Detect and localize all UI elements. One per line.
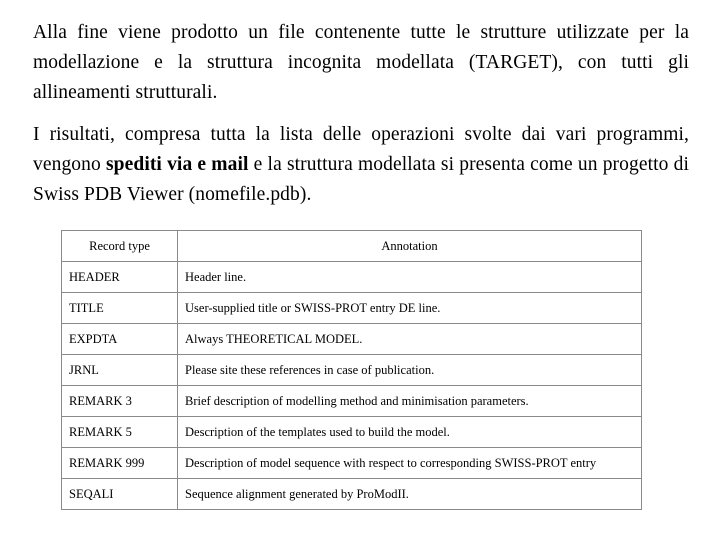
cell-record-type: HEADER [61, 261, 178, 293]
emphasized-text-run: spediti via e mail [105, 154, 249, 175]
table-row: HEADER Header line. [61, 261, 642, 293]
cell-annotation: Header line. [177, 261, 642, 293]
cell-record-type: JRNL [61, 354, 178, 386]
cell-annotation: Always THEORETICAL MODEL. [177, 323, 642, 355]
cell-annotation: Sequence alignment generated by ProModII… [177, 478, 642, 510]
cell-annotation: Brief description of modelling method an… [177, 385, 642, 417]
text-run: Alla fine viene prodotto un file contene… [33, 22, 689, 103]
cell-annotation: User-supplied title or SWISS-PROT entry … [177, 292, 642, 324]
paragraph-block-1: Alla fine viene prodotto un file contene… [33, 18, 689, 108]
table-row: EXPDTA Always THEORETICAL MODEL. [61, 323, 642, 355]
cell-record-type: REMARK 3 [61, 385, 178, 417]
cell-annotation: Description of the templates used to bui… [177, 416, 642, 448]
table-header: Record type Annotation [61, 230, 642, 262]
table-row: JRNL Please site these references in case… [61, 354, 642, 386]
record-table-container: Record type Annotation HEADER Header line… [61, 230, 642, 510]
cell-record-type: EXPDTA [61, 323, 178, 355]
table-row: REMARK 5 Description of the templates use… [61, 416, 642, 448]
pdb-record-table: Record type Annotation HEADER Header line… [61, 230, 642, 510]
cell-annotation: Description of model sequence with respe… [177, 447, 642, 479]
paragraph-text-1: Alla fine viene prodotto un file contene… [33, 18, 689, 108]
table-row: REMARK 999 Description of model sequence … [61, 447, 642, 479]
column-header-annotation: Annotation [177, 230, 642, 262]
cell-record-type: SEQALI [61, 478, 178, 510]
table-row: SEQALI Sequence alignment generated by Pr… [61, 478, 642, 510]
slide-canvas: Alla fine viene prodotto un file contene… [0, 0, 720, 540]
paragraph-text-2: I risultati, compresa tutta la lista del… [33, 120, 689, 210]
cell-record-type: REMARK 999 [61, 447, 178, 479]
table-body: HEADER Header line. TITLE User-supplied tit… [61, 261, 642, 510]
paragraph-block-2: I risultati, compresa tutta la lista del… [33, 120, 689, 210]
cell-annotation: Please site these references in case of … [177, 354, 642, 386]
table-row: REMARK 3 Brief description of modelling m… [61, 385, 642, 417]
table-row: TITLE User-supplied title or SWISS-PROT e… [61, 292, 642, 324]
table-header-row: Record type Annotation [61, 230, 642, 262]
column-header-record-type: Record type [61, 230, 178, 262]
cell-record-type: REMARK 5 [61, 416, 178, 448]
cell-record-type: TITLE [61, 292, 178, 324]
